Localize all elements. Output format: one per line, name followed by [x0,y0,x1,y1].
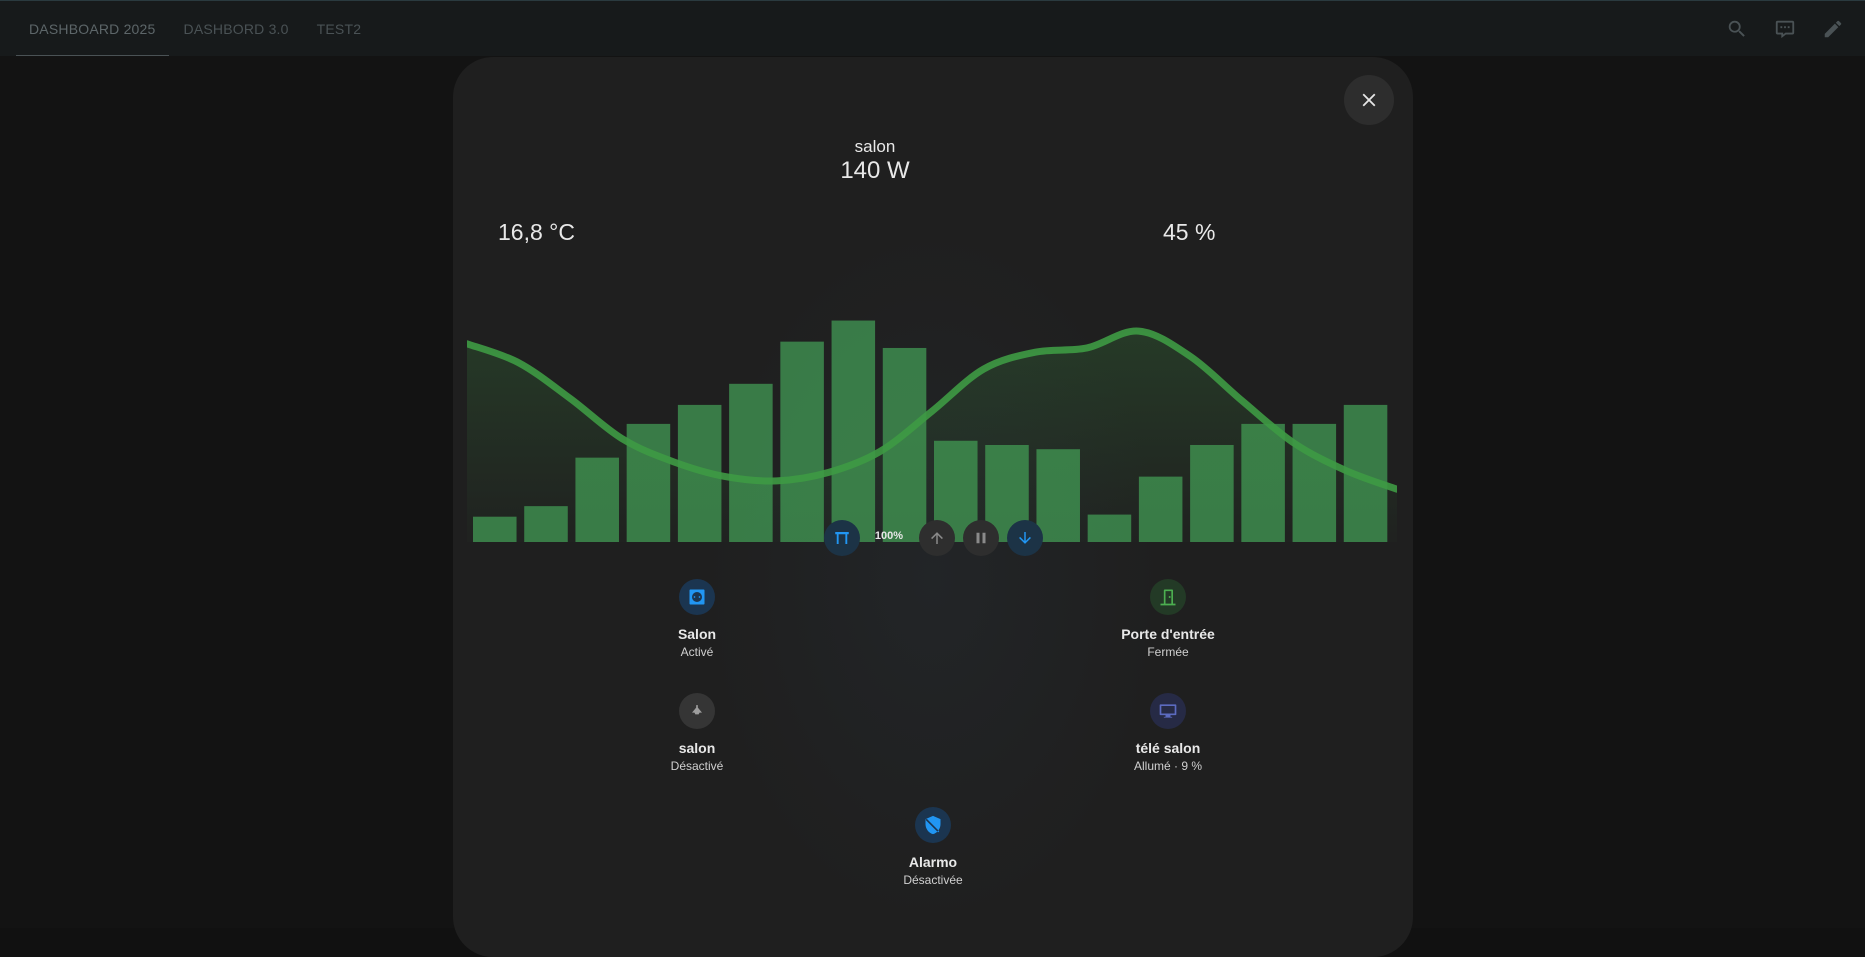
temperature-value: 16,8 °C [498,219,575,245]
tile-state: Désactivée [903,873,963,887]
cover-open-button[interactable] [919,520,955,556]
tile-salon-fan[interactable]: salon Désactivé [617,693,777,775]
power-history-chart [467,320,1397,542]
close-button[interactable] [1344,75,1394,125]
door-closed-icon [1150,579,1186,615]
room-popup-dialog: salon 140 W 16,8 °C 45 % 100% Salon Acti… [453,57,1413,957]
power-socket-icon [679,579,715,615]
tile-name: Alarmo [908,854,958,870]
room-power-value: 140 W [840,157,910,184]
arrow-down-icon [1019,532,1031,544]
tile-name: Porte d'entrée [1121,626,1215,642]
tile-alarmo[interactable]: Alarmo Désactivée [853,807,1013,889]
ceiling-fan-icon [679,693,715,729]
cover-close-button[interactable] [1007,520,1043,556]
arrow-up-icon [931,532,943,544]
tile-name: télé salon [1135,740,1201,756]
television-icon [1150,693,1186,729]
assist-icon[interactable] [1765,9,1805,49]
toolbar-actions [1709,9,1853,49]
tab-test2[interactable]: TEST2 [304,1,375,57]
tile-name: salon [678,740,716,756]
tile-front-door[interactable]: Porte d'entrée Fermée [1088,579,1248,661]
room-name: salon [854,137,896,156]
top-app-bar: DASHBOARD 2025 DASHBORD 3.0 TEST2 [0,0,1865,57]
dashboard-tabs: DASHBOARD 2025 DASHBORD 3.0 TEST2 [16,1,376,57]
cover-position-value: 100% [874,530,904,542]
garage-icon [835,532,849,544]
tile-salon-socket[interactable]: Salon Activé [617,579,777,661]
tile-state: Désactivé [670,759,724,773]
temperature-area [467,330,1397,542]
cover-state-button[interactable] [824,520,860,556]
tile-state: Allumé · 9 % [1133,759,1203,773]
tile-tv[interactable]: télé salon Allumé · 9 % [1088,693,1248,775]
tile-name: Salon [677,626,717,642]
tab-dashboard-2025[interactable]: DASHBOARD 2025 [16,1,169,57]
close-icon [1362,93,1376,107]
tile-state: Fermée [1147,645,1189,659]
search-icon[interactable] [1717,9,1757,49]
tab-dashbord-3[interactable]: DASHBORD 3.0 [171,1,302,57]
edit-icon[interactable] [1813,9,1853,49]
humidity-value: 45 % [1163,219,1216,245]
shield-off-icon [915,807,951,843]
tile-state: Activé [680,645,714,659]
cover-controls: 100% [453,520,1413,560]
cover-stop-button[interactable] [963,520,999,556]
pause-icon [976,532,986,544]
